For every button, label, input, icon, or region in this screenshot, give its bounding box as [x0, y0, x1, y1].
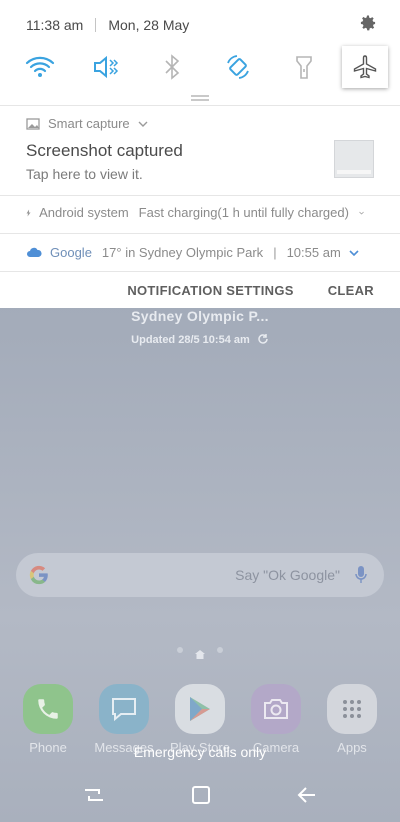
airplane-mode-toggle[interactable] — [342, 46, 388, 88]
play-store-icon — [175, 684, 225, 734]
flashlight-icon — [296, 56, 312, 79]
notification-text: 17° in Sydney Olympic Park — [101, 245, 264, 260]
wifi-toggle[interactable] — [12, 46, 68, 88]
lightning-icon — [26, 208, 31, 217]
thumbnail-bar — [337, 170, 371, 174]
notification-title[interactable]: Screenshot captured — [26, 141, 183, 161]
notification-shade: 11:38 am Mon, 28 May Smart capture Scree… — [0, 0, 400, 308]
recent-apps-icon[interactable] — [83, 786, 105, 809]
auto-rotate-icon — [227, 55, 249, 79]
weather-updated-text: Updated 28/5 10:54 am — [131, 334, 250, 346]
wifi-icon — [25, 56, 55, 77]
phone-icon — [23, 684, 73, 734]
divider — [95, 18, 97, 32]
chevron-down-icon[interactable] — [138, 121, 148, 127]
bluetooth-icon — [165, 54, 180, 80]
google-logo-icon — [29, 565, 48, 585]
status-header: 11:38 am Mon, 28 May — [26, 14, 378, 36]
screenshot-thumbnail[interactable] — [334, 140, 374, 178]
cloud-icon — [27, 247, 42, 257]
notification-app-name: Smart capture — [48, 116, 130, 131]
smart-capture-header[interactable]: Smart capture — [26, 116, 156, 131]
weather-location[interactable]: Sydney Olympic P... — [0, 308, 400, 324]
settings-gear-icon[interactable] — [358, 13, 378, 38]
navigation-bar — [0, 772, 400, 822]
page-dot — [217, 647, 223, 653]
drag-handle[interactable] — [191, 95, 209, 101]
weather-updated[interactable]: Updated 28/5 10:54 am — [0, 333, 400, 348]
refresh-icon[interactable] — [257, 333, 269, 348]
sound-muted-icon — [94, 55, 119, 79]
page-indicator — [0, 646, 400, 659]
microphone-icon[interactable] — [354, 565, 368, 585]
notification-text[interactable]: Tap here to view it. — [26, 166, 143, 182]
divider — [0, 105, 400, 106]
clear-button[interactable]: CLEAR — [328, 283, 374, 298]
google-weather-notification[interactable]: Google 17° in Sydney Olympic Park | 10:5… — [26, 245, 364, 260]
clock: 11:38 am — [26, 17, 84, 33]
divider — [0, 271, 400, 272]
divider — [0, 233, 400, 234]
airplane-mode-icon — [353, 55, 377, 79]
quick-settings — [12, 46, 388, 88]
home-page-icon — [195, 646, 205, 659]
emergency-calls-text: Emergency calls only — [133, 744, 267, 760]
notification-settings-button[interactable]: NOTIFICATION SETTINGS — [127, 283, 293, 298]
divider — [0, 195, 400, 196]
image-icon — [26, 117, 40, 130]
notification-time: 10:55 am — [286, 245, 341, 260]
auto-rotate-toggle[interactable] — [210, 46, 266, 88]
messages-icon — [99, 684, 149, 734]
date[interactable]: Mon, 28 May — [108, 17, 358, 33]
search-placeholder: Say "Ok Google" — [235, 567, 340, 583]
separator: | — [273, 245, 277, 260]
flashlight-toggle[interactable] — [276, 46, 332, 88]
notification-text: Fast charging(1 h until fully charged) — [138, 205, 349, 220]
page-dot — [177, 647, 183, 653]
chevron-down-icon[interactable] — [359, 210, 364, 216]
camera-icon — [251, 684, 301, 734]
notification-app-name: Android system — [39, 205, 129, 220]
home-button-icon[interactable] — [191, 785, 211, 810]
bluetooth-toggle[interactable] — [144, 46, 200, 88]
sound-toggle[interactable] — [78, 46, 134, 88]
android-system-notification[interactable]: Android system Fast charging(1 h until f… — [26, 205, 364, 220]
apps-grid-icon — [327, 684, 377, 734]
chevron-down-icon[interactable] — [349, 249, 359, 256]
notification-actions: NOTIFICATION SETTINGS CLEAR — [127, 283, 374, 298]
notification-app-name: Google — [50, 245, 92, 260]
back-icon[interactable] — [297, 786, 317, 809]
google-search-bar[interactable]: Say "Ok Google" — [16, 553, 384, 597]
